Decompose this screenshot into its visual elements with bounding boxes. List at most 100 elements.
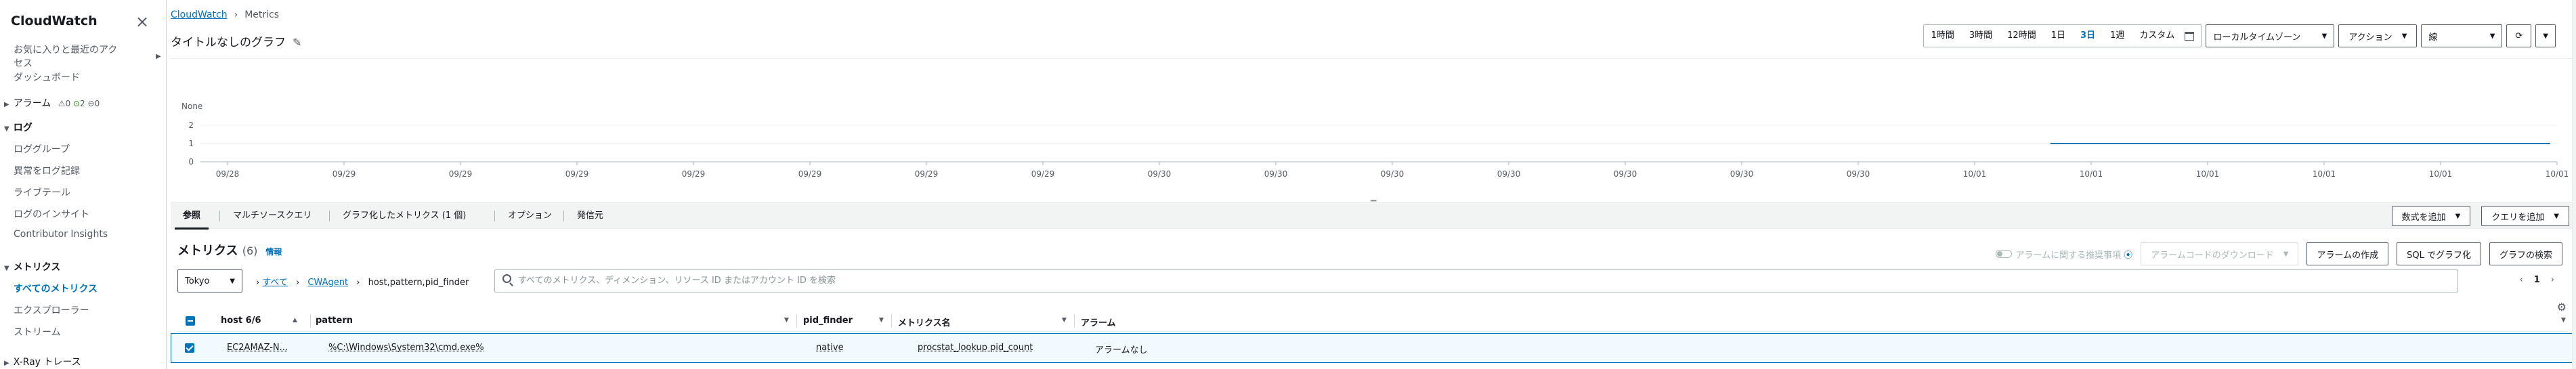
- column-header-pattern[interactable]: pattern: [316, 316, 353, 326]
- metrics-count: (6): [242, 244, 258, 257]
- sidebar-section-alarms[interactable]: ▶ アラーム ⚠0 ⊙2 ⊖0: [4, 96, 100, 110]
- chart-type-select[interactable]: 線 ▼: [2421, 24, 2503, 47]
- sidebar-item-log-groups[interactable]: ロググループ: [14, 142, 70, 156]
- sort-icon[interactable]: ▼: [879, 317, 884, 324]
- create-alarm-button[interactable]: アラームの作成: [2306, 242, 2389, 265]
- sidebar-item-log-anomalies[interactable]: 異常をログ記録: [14, 164, 80, 177]
- region-select[interactable]: Tokyo ▼: [177, 269, 242, 292]
- close-icon[interactable]: ×: [135, 12, 149, 31]
- time-range-5[interactable]: 1週: [2103, 25, 2132, 47]
- graph-title-text: タイトルなしのグラフ: [171, 36, 286, 49]
- alarm-recommendations-toggle[interactable]: アラームに関する推奨事項 ⦿: [1995, 248, 2133, 261]
- cell-pid-finder[interactable]: native: [816, 343, 844, 353]
- column-header-metric-name[interactable]: メトリクス名: [898, 316, 951, 328]
- cell-alarms: アラームなし: [1095, 345, 1148, 355]
- sidebar: CloudWatch × お気に入りと最近のアクセス ▶ ダッシュボード ▶ アラ…: [0, 0, 167, 369]
- chevron-right-icon: ›: [296, 278, 300, 288]
- sidebar-item-logs-insights[interactable]: ログのインサイト: [14, 207, 89, 221]
- time-range-2[interactable]: 12時間: [2000, 25, 2044, 47]
- refresh-button[interactable]: ⟳: [2506, 24, 2532, 47]
- info-pin-icon: ⦿: [2124, 250, 2133, 261]
- download-alarm-code-button[interactable]: アラームコードのダウンロード ▼: [2141, 242, 2299, 265]
- sidebar-section-metrics[interactable]: ▼ メトリクス: [4, 260, 60, 274]
- tabs-bar: 参照 マルチソースクエリ グラフ化したメトリクス (1 個) オプション 発信元…: [171, 202, 2576, 230]
- graph-with-sql-button[interactable]: SQL でグラフ化: [2397, 242, 2481, 265]
- column-header-alarms: アラーム: [1081, 318, 1116, 328]
- y-tick-label: 0: [188, 157, 194, 167]
- sidebar-item-explorer[interactable]: エクスプローラー: [14, 303, 89, 317]
- chevron-right-icon: ›: [234, 9, 238, 20]
- sidebar-item-streams[interactable]: ストリーム: [14, 325, 61, 339]
- sidebar-item-live-tail[interactable]: ライブテール: [14, 186, 70, 199]
- sort-icon[interactable]: ▼: [1062, 317, 1067, 324]
- y-tick-label: 2: [188, 121, 194, 130]
- edit-icon[interactable]: ✎: [293, 36, 301, 49]
- chevron-right-icon: ›: [256, 278, 260, 288]
- time-range-4[interactable]: 3日: [2073, 25, 2103, 47]
- info-link[interactable]: 情報: [265, 247, 282, 257]
- page-next-icon[interactable]: ›: [2551, 275, 2554, 285]
- column-divider: [796, 314, 797, 328]
- caret-down-icon: ▼: [2489, 32, 2495, 40]
- page-number[interactable]: 1: [2534, 275, 2540, 285]
- x-tick-label: 09/30: [1730, 169, 1754, 179]
- tab-divider: [329, 211, 330, 221]
- tab-multi-source-query[interactable]: マルチソースクエリ: [225, 202, 320, 230]
- time-range-6[interactable]: カスタム: [2132, 25, 2182, 47]
- sidebar-item-contributor-insights[interactable]: Contributor Insights: [14, 229, 108, 240]
- tab-options[interactable]: オプション: [500, 202, 560, 230]
- sort-icon[interactable]: ▼: [2561, 317, 2566, 324]
- tab-graphed-metrics[interactable]: グラフ化したメトリクス (1 個): [335, 202, 474, 230]
- sidebar-item-all-metrics[interactable]: すべてのメトリクス: [14, 282, 98, 295]
- x-tick-label: 09/28: [216, 169, 240, 179]
- download-alarm-code-label: アラームコードのダウンロード: [2151, 250, 2274, 261]
- time-range-0[interactable]: 1時間: [1924, 25, 1962, 47]
- tab-browse[interactable]: 参照: [175, 202, 209, 230]
- sidebar-section-xray[interactable]: ▶ X-Ray トレース: [4, 355, 81, 368]
- alarm-count-insufficient: 0: [94, 99, 100, 108]
- row-checkbox[interactable]: [185, 343, 194, 353]
- graph-search-button[interactable]: グラフの検索: [2489, 242, 2562, 265]
- sort-asc-icon[interactable]: ▲: [293, 317, 297, 324]
- alarm-badges: ⚠0 ⊙2 ⊖0: [58, 99, 100, 108]
- caret-right-icon[interactable]: ▶: [156, 53, 161, 60]
- sort-icon[interactable]: ▼: [784, 317, 789, 324]
- sidebar-section-logs[interactable]: ▼ ログ: [4, 121, 33, 134]
- actions-button[interactable]: アクション ▼: [2338, 24, 2418, 47]
- search-icon: [502, 274, 511, 283]
- time-range-selector: 1時間 3時間 12時間 1日 3日 1週 カスタム: [1923, 24, 2202, 47]
- sidebar-item-dashboard[interactable]: ダッシュボード: [14, 70, 80, 84]
- column-header-pid-finder[interactable]: pid_finder: [803, 316, 853, 326]
- cell-pattern[interactable]: %C:\Windows\System32\cmd.exe%: [328, 343, 484, 353]
- table-row[interactable]: EC2AMAZ-N... %C:\Windows\System32\cmd.ex…: [171, 333, 2576, 363]
- sidebar-item-favorites[interactable]: お気に入りと最近のアクセス: [14, 43, 122, 70]
- column-divider: [891, 314, 892, 328]
- crumb-namespace[interactable]: CWAgent: [307, 278, 348, 288]
- toggle-label: アラームに関する推奨事項: [2015, 250, 2122, 261]
- timezone-select[interactable]: ローカルタイムゾーン ▼: [2206, 24, 2335, 47]
- add-query-button[interactable]: クエリを追加 ▼: [2481, 206, 2569, 226]
- tab-source[interactable]: 発信元: [569, 202, 611, 230]
- tab-divider: [563, 211, 564, 221]
- page-prev-icon[interactable]: ‹: [2520, 275, 2523, 285]
- caret-down-icon: ▼: [230, 277, 235, 285]
- column-header-host[interactable]: host 6/6: [221, 316, 261, 326]
- crumb-all[interactable]: すべて: [262, 278, 288, 288]
- add-math-button[interactable]: 数式を追加 ▼: [2391, 206, 2471, 226]
- time-range-3[interactable]: 1日: [2044, 25, 2073, 47]
- add-math-label: 数式を追加: [2401, 212, 2446, 223]
- calendar-icon[interactable]: [2185, 31, 2195, 41]
- breadcrumb-current: Metrics: [244, 9, 280, 20]
- cell-metric-name[interactable]: procstat_lookup pid_count: [918, 343, 1033, 353]
- breadcrumb-cloudwatch[interactable]: CloudWatch: [171, 9, 228, 20]
- refresh-icon: ⟳: [2515, 30, 2523, 41]
- metric-search-input[interactable]: すべてのメトリクス、ディメンション、リソース ID またはアカウント ID を検…: [494, 269, 2458, 292]
- caret-down-icon: ▼: [2455, 212, 2461, 220]
- time-range-1[interactable]: 3時間: [1962, 25, 2000, 47]
- cell-host[interactable]: EC2AMAZ-N...: [227, 343, 288, 353]
- graph-title: タイトルなしのグラフ ✎: [171, 32, 301, 49]
- select-all-checkbox[interactable]: [186, 316, 195, 326]
- refresh-options-button[interactable]: ▼: [2535, 24, 2556, 47]
- x-tick-label: 10/01: [2196, 169, 2220, 179]
- sidebar-item-label: X-Ray トレース: [13, 357, 81, 368]
